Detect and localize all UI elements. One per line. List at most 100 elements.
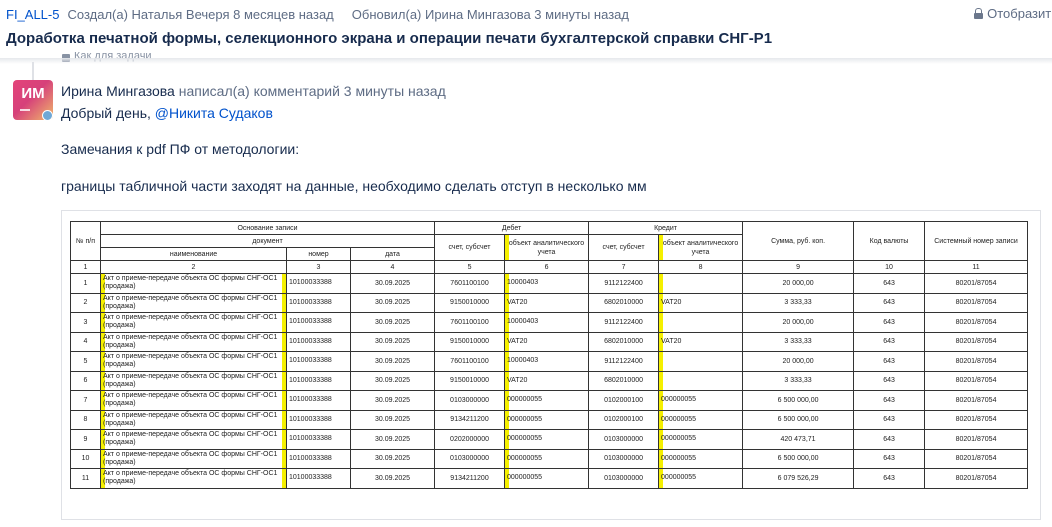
comment-action: написал(а) комментарий 3 минуты назад <box>174 83 446 99</box>
table-cell-name: Акт о приеме-передаче объекта ОС формы С… <box>100 351 287 372</box>
comment-meta: Ирина Мингазова написал(а) комментарий 3… <box>61 83 446 99</box>
col-header-name: наименование <box>100 247 287 261</box>
comment-author[interactable]: Ирина Мингазова <box>61 83 175 99</box>
table-cell-sum: 6 079 526,29 <box>742 468 855 489</box>
table-cell-c-acc: 6802010000 <box>588 292 660 313</box>
table-cell-name: Акт о приеме-передаче объекта ОС формы С… <box>100 448 287 469</box>
col-number: 5 <box>434 260 506 274</box>
table-cell-n: 4 <box>70 331 101 352</box>
table-cell-n: 11 <box>70 468 101 489</box>
table-cell-sys: 80201/87054 <box>924 351 1029 372</box>
table-cell-c-obj: VAT20 <box>658 331 744 352</box>
table-cell-num: 10100033388 <box>286 351 351 372</box>
table-cell-num: 10100033388 <box>286 331 351 352</box>
table-cell-date: 30.09.2025 <box>349 370 436 391</box>
table-cell-name: Акт о приеме-передаче объекта ОС формы С… <box>100 312 287 333</box>
table-cell-d-obj: VAT20 <box>504 331 590 352</box>
table-cell-date: 30.09.2025 <box>349 273 436 294</box>
table-cell-d-acc: 9134211200 <box>434 409 506 430</box>
table-cell-c-obj <box>658 351 744 372</box>
col-number: 2 <box>100 260 287 274</box>
table-cell-sys: 80201/87054 <box>924 429 1029 450</box>
table-cell-date: 30.09.2025 <box>349 448 436 469</box>
table-cell-cur: 643 <box>853 468 926 489</box>
table-cell-n: 1 <box>70 273 101 294</box>
table-row: 5 Акт о приеме-передаче объекта ОС формы … <box>70 351 1029 372</box>
table-cell-d-obj: 10000403 <box>504 351 590 372</box>
table-cell-cur: 643 <box>853 292 926 313</box>
col-header-no: № п/п <box>70 221 101 261</box>
table-cell-num: 10100033388 <box>286 390 351 411</box>
issue-key-link[interactable]: FI_ALL-5 <box>6 7 59 22</box>
table-cell-name: Акт о приеме-передаче объекта ОС формы С… <box>100 370 287 391</box>
table-cell-d-obj: 000000055 <box>504 429 590 450</box>
lock-icon <box>974 8 984 19</box>
table-cell-c-obj: 000000055 <box>658 409 744 430</box>
col-header-number: номер <box>286 247 351 261</box>
col-number: 7 <box>588 260 660 274</box>
table-cell-name: Акт о приеме-передаче объекта ОС формы С… <box>100 409 287 430</box>
table-row: 2 Акт о приеме-передаче объекта ОС формы … <box>70 292 1029 313</box>
table-cell-sum: 3 333,33 <box>742 331 855 352</box>
table-cell-n: 5 <box>70 351 101 372</box>
col-header-credit-account: счет, субсчет <box>588 234 660 261</box>
status-badge-icon <box>42 110 53 121</box>
table-cell-date: 30.09.2025 <box>349 390 436 411</box>
table-cell-date: 30.09.2025 <box>349 468 436 489</box>
table-cell-d-acc: 0202000000 <box>434 429 506 450</box>
table-cell-n: 2 <box>70 292 101 313</box>
comment-text-line: Замечания к pdf ПФ от методологии: <box>61 141 300 157</box>
table-cell-num: 10100033388 <box>286 312 351 333</box>
table-row: 8 Акт о приеме-передаче объекта ОС формы … <box>70 409 1029 430</box>
table-cell-sum: 20 000,00 <box>742 351 855 372</box>
table-row: 11 Акт о приеме-передаче объекта ОС формы… <box>70 468 1029 489</box>
table-cell-num: 10100033388 <box>286 273 351 294</box>
col-number: 6 <box>504 260 590 274</box>
table-cell-c-obj: 000000055 <box>658 468 744 489</box>
display-toggle[interactable]: Отобразить <box>974 6 1052 21</box>
header-shadow <box>0 58 1052 64</box>
col-header-sysnum: Системный номер записи <box>924 221 1029 261</box>
table-cell-date: 30.09.2025 <box>349 331 436 352</box>
table-cell-cur: 643 <box>853 273 926 294</box>
created-info: Создал(а) Наталья Вечеря 8 месяцев назад <box>67 6 334 22</box>
table-cell-c-acc: 9112122400 <box>588 312 660 333</box>
table-cell-num: 10100033388 <box>286 448 351 469</box>
table-cell-name: Акт о приеме-передаче объекта ОС формы С… <box>100 331 287 352</box>
table-cell-c-obj <box>658 312 744 333</box>
table-row: 6 Акт о приеме-передаче объекта ОС формы … <box>70 370 1029 391</box>
col-number: 8 <box>658 260 744 274</box>
table-cell-sys: 80201/87054 <box>924 312 1029 333</box>
user-mention[interactable]: @Никита Судаков <box>155 105 273 121</box>
table-cell-cur: 643 <box>853 390 926 411</box>
table-cell-num: 10100033388 <box>286 409 351 430</box>
table-cell-sum: 20 000,00 <box>742 273 855 294</box>
avatar-initials: ИМ <box>21 85 45 102</box>
col-header-debit-account: счет, субсчет <box>434 234 506 261</box>
col-header-debit: Дебет <box>434 221 590 235</box>
table-cell-sum: 3 333,33 <box>742 292 855 313</box>
table-cell-c-obj: 000000055 <box>658 429 744 450</box>
attached-screenshot[interactable]: № п/п Основание записи Дебет Кредит Сумм… <box>61 210 1041 520</box>
col-header-document: документ <box>99 234 436 248</box>
table-cell-d-obj: VAT20 <box>504 292 590 313</box>
col-number: 10 <box>853 260 926 274</box>
table-cell-num: 10100033388 <box>286 429 351 450</box>
comment-greeting: Добрый день, <box>61 105 155 121</box>
table-cell-d-obj: 000000055 <box>504 448 590 469</box>
table-cell-n: 9 <box>70 429 101 450</box>
table-cell-d-obj: 10000403 <box>504 273 590 294</box>
table-cell-sys: 80201/87054 <box>924 390 1029 411</box>
accounting-table: № п/п Основание записи Дебет Кредит Сумм… <box>70 221 1029 489</box>
display-label: Отобразить <box>987 6 1052 21</box>
table-cell-d-obj: 000000055 <box>504 409 590 430</box>
table-cell-sys: 80201/87054 <box>924 468 1029 489</box>
table-row: 10 Акт о приеме-передаче объекта ОС формы… <box>70 448 1029 469</box>
table-row: 1 Акт о приеме-передаче объекта ОС формы … <box>70 273 1029 294</box>
table-cell-cur: 643 <box>853 331 926 352</box>
table-cell-name: Акт о приеме-передаче объекта ОС формы С… <box>100 292 287 313</box>
table-cell-d-acc: 0103000000 <box>434 448 506 469</box>
table-row: 7 Акт о приеме-передаче объекта ОС формы … <box>70 390 1029 411</box>
col-header-sum: Сумма, руб. коп. <box>742 221 855 261</box>
table-cell-d-acc: 0103000000 <box>434 390 506 411</box>
